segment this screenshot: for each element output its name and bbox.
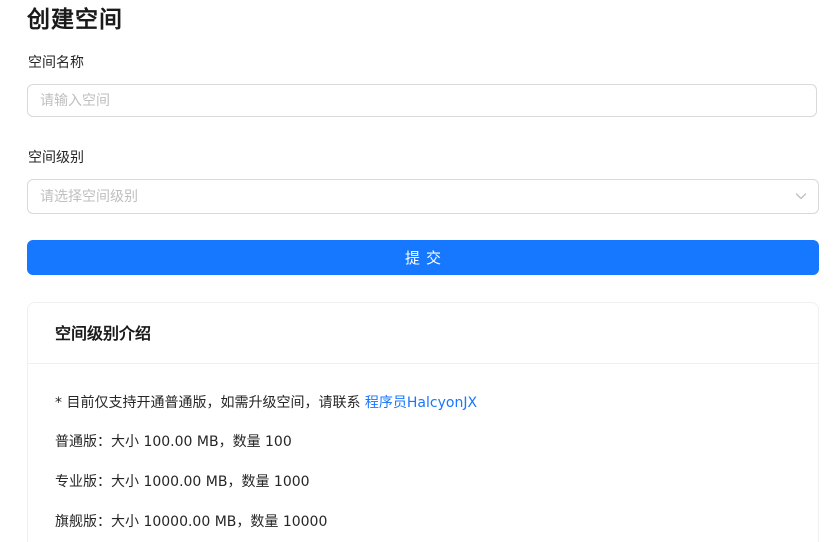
upgrade-note-text: * 目前仅支持开通普通版，如需升级空间，请联系 <box>55 395 365 411</box>
submit-button[interactable]: 提交 <box>27 240 819 275</box>
create-space-page: 创建空间 空间名称 空间级别 请选择空间级别 提交 空间级别介绍 * 目前仅支持… <box>0 0 835 542</box>
space-level-select[interactable]: 请选择空间级别 <box>27 179 819 214</box>
card-title: 空间级别介绍 <box>55 324 152 343</box>
level-item-pro: 专业版：大小 1000.00 MB，数量 1000 <box>55 474 310 490</box>
level-item-basic: 普通版：大小 100.00 MB，数量 100 <box>55 434 292 450</box>
space-name-label: 空间名称 <box>28 55 84 71</box>
space-level-label: 空间级别 <box>28 150 84 166</box>
page-title: 创建空间 <box>27 7 123 33</box>
space-name-input[interactable] <box>27 84 817 117</box>
card-header: 空间级别介绍 <box>28 303 818 364</box>
upgrade-note: * 目前仅支持开通普通版，如需升级空间，请联系 程序员HalcyonJX <box>55 393 477 413</box>
space-level-placeholder: 请选择空间级别 <box>40 189 138 205</box>
level-item-flagship: 旗舰版：大小 10000.00 MB，数量 10000 <box>55 514 328 530</box>
contact-link[interactable]: 程序员HalcyonJX <box>365 395 477 411</box>
chevron-down-icon <box>795 193 807 200</box>
space-level-intro-card: 空间级别介绍 * 目前仅支持开通普通版，如需升级空间，请联系 程序员Halcyo… <box>27 302 819 542</box>
